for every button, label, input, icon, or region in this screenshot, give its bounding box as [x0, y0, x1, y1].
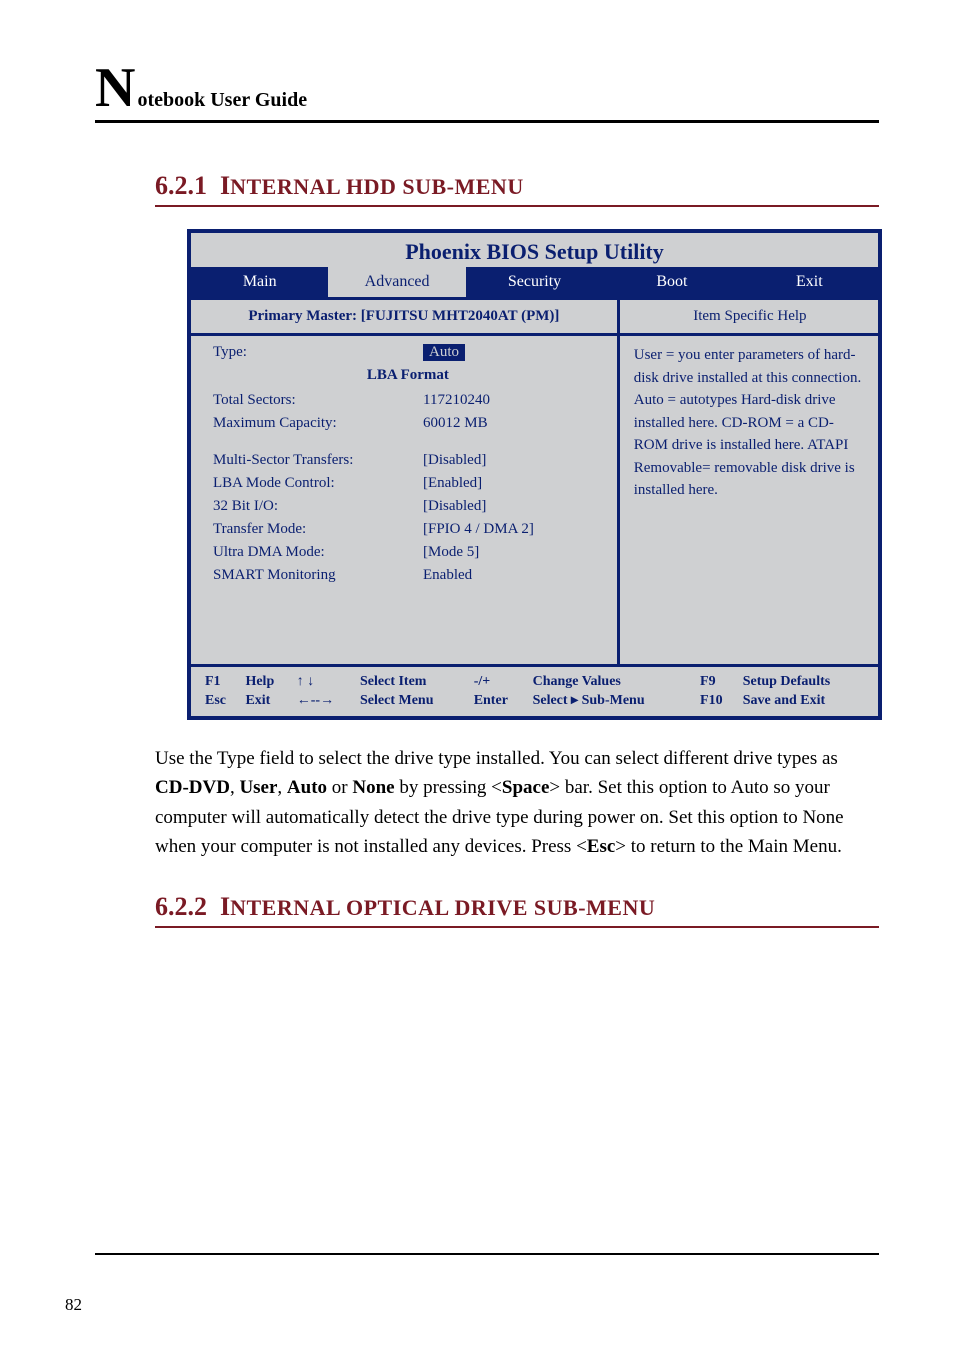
key-esc: Esc [201, 691, 241, 710]
label-select-menu: Select Menu [356, 691, 470, 710]
tab-security[interactable]: Security [466, 267, 603, 297]
label-change-values: Change Values [529, 673, 696, 691]
section-number: 6.2.1 [155, 171, 207, 200]
bios-tabs: Main Advanced Security Boot Exit [191, 267, 878, 297]
p-bold-space: Space [502, 777, 550, 798]
tab-boot[interactable]: Boot [603, 267, 740, 297]
page-number: 82 [65, 1295, 82, 1315]
value-type[interactable]: Auto [423, 344, 465, 361]
bios-footer: F1 Help ↑ ↓ Select Item -/+ Change Value… [191, 667, 878, 716]
p-text-1: Use the Type field to select the drive t… [155, 748, 838, 769]
label-max-capacity: Maximum Capacity: [213, 415, 423, 432]
row-max-capacity: Maximum Capacity: 60012 MB [213, 415, 603, 432]
section-title-rest: NTERNAL HDD SUB-MENU [230, 174, 524, 199]
auto-pill: Auto [423, 344, 465, 361]
section-title-first: I [220, 171, 230, 200]
row-32bit-io: 32 Bit I/O: [Disabled] [213, 498, 603, 515]
label-transfer-mode: Transfer Mode: [213, 521, 423, 538]
key-f9: F9 [696, 673, 739, 691]
label-select-item: Select Item [356, 673, 470, 691]
key-f1: F1 [201, 673, 241, 691]
label-lba-mode: LBA Mode Control: [213, 475, 423, 492]
value-ultra-dma[interactable]: [Mode 5] [423, 544, 479, 561]
value-total-sectors: 117210240 [423, 392, 490, 409]
page-header: N otebook User Guide [95, 60, 879, 123]
section-heading-hdd: 6.2.1 INTERNAL HDD SUB-MENU [155, 171, 879, 207]
key-f10: F10 [696, 691, 739, 710]
p-text-2: by pressing < [395, 777, 502, 798]
row-lba-mode: LBA Mode Control: [Enabled] [213, 475, 603, 492]
lba-format: LBA Format [213, 367, 603, 384]
key-plusminus: -/+ [470, 673, 529, 691]
label-setup-defaults: Setup Defaults [739, 673, 872, 691]
arrows-updown-icon: ↑ ↓ [293, 673, 356, 691]
bios-window: Phoenix BIOS Setup Utility Main Advanced… [187, 229, 882, 720]
label-ultra-dma: Ultra DMA Mode: [213, 544, 423, 561]
value-lba-mode[interactable]: [Enabled] [423, 475, 482, 492]
tab-main[interactable]: Main [191, 267, 328, 297]
value-max-capacity: 60012 MB [423, 415, 488, 432]
row-smart: SMART Monitoring Enabled [213, 567, 603, 584]
row-type: Type: Auto [213, 344, 603, 361]
value-32bit-io[interactable]: [Disabled] [423, 498, 486, 515]
tab-advanced[interactable]: Advanced [328, 267, 465, 297]
row-total-sectors: Total Sectors: 117210240 [213, 392, 603, 409]
bios-title: Phoenix BIOS Setup Utility [191, 233, 878, 267]
section2-title-rest: NTERNAL OPTICAL DRIVE SUB-MENU [230, 895, 655, 920]
bios-help-panel: Item Specific Help User = you enter para… [617, 300, 878, 664]
label-total-sectors: Total Sectors: [213, 392, 423, 409]
tab-exit[interactable]: Exit [741, 267, 878, 297]
header-rest: otebook User Guide [137, 89, 307, 112]
p-text-4: > to return to the Main Menu. [615, 836, 842, 857]
label-32bit-io: 32 Bit I/O: [213, 498, 423, 515]
section2-title-first: I [220, 892, 230, 921]
bios-panel-header: Primary Master: [FUJITSU MHT2040AT (PM)] [191, 300, 617, 336]
row-multi-sector: Multi-Sector Transfers: [Disabled] [213, 452, 603, 469]
value-multi-sector[interactable]: [Disabled] [423, 452, 486, 469]
p-bold-auto: Auto [287, 777, 327, 798]
value-smart[interactable]: Enabled [423, 567, 472, 584]
label-multi-sector: Multi-Sector Transfers: [213, 452, 423, 469]
label-exit: Exit [241, 691, 292, 710]
section-heading-optical: 6.2.2 INTERNAL OPTICAL DRIVE SUB-MENU [155, 892, 879, 928]
body-paragraph: Use the Type field to select the drive t… [155, 744, 875, 862]
key-enter: Enter [470, 691, 529, 710]
label-help: Help [241, 673, 292, 691]
label-save-exit: Save and Exit [739, 691, 872, 710]
bios-left-inner: Type: Auto LBA Format Total Sectors: 117… [191, 336, 617, 614]
p-bold-cddvd: CD-DVD [155, 777, 230, 798]
bios-left-panel: Primary Master: [FUJITSU MHT2040AT (PM)]… [191, 300, 617, 664]
value-transfer-mode[interactable]: [FPIO 4 / DMA 2] [423, 521, 534, 538]
row-ultra-dma: Ultra DMA Mode: [Mode 5] [213, 544, 603, 561]
label-smart: SMART Monitoring [213, 567, 423, 584]
p-bold-esc: Esc [587, 836, 616, 857]
p-bold-none: None [352, 777, 394, 798]
section2-number: 6.2.2 [155, 892, 207, 921]
row-transfer-mode: Transfer Mode: [FPIO 4 / DMA 2] [213, 521, 603, 538]
arrows-leftright-icon: ←--→ [293, 691, 356, 710]
bottom-rule [95, 1253, 879, 1255]
bios-body: Primary Master: [FUJITSU MHT2040AT (PM)]… [191, 297, 878, 667]
help-header: Item Specific Help [634, 308, 866, 333]
footer-row-1: F1 Help ↑ ↓ Select Item -/+ Change Value… [201, 673, 872, 691]
label-select-submenu: Select ▸ Sub-Menu [529, 691, 696, 710]
footer-row-2: Esc Exit ←--→ Select Menu Enter Select ▸… [201, 691, 872, 710]
help-text: User = you enter parameters of hard-disk… [634, 344, 866, 502]
header-big-letter: N [95, 60, 135, 116]
p-bold-user: User [239, 777, 277, 798]
label-type: Type: [213, 344, 423, 361]
